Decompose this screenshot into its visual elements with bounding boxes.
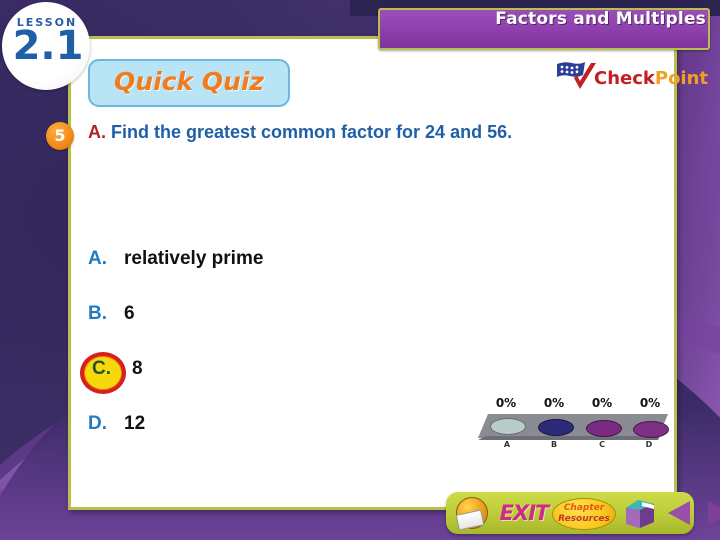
- previous-button[interactable]: [664, 496, 698, 530]
- quick-quiz-label: Quick Quiz: [114, 67, 264, 96]
- chart-label-b: B: [550, 440, 558, 449]
- question-line: A. Find the greatest common factor for 2…: [88, 122, 512, 143]
- lesson-badge: LESSON 2.1: [2, 2, 90, 90]
- chapter-resources-button[interactable]: Chapter Resources: [552, 498, 616, 530]
- checkpoint-point-word: Point: [654, 68, 709, 89]
- question-text: Find the greatest common factor for 24 a…: [111, 122, 513, 142]
- slide-canvas: Factors and Multiples LESSON 2.1 Quick Q…: [0, 0, 720, 540]
- answer-choice-b-text: 6: [124, 303, 135, 324]
- lesson-badge-number: 2.1: [12, 23, 84, 69]
- chapter-resources-label-line1: Chapter: [563, 503, 605, 513]
- chart-bar-b: [538, 419, 574, 436]
- response-chart: 0% 0% 0% 0% A B C D: [478, 396, 674, 456]
- checkpoint-check-word: Check: [594, 68, 655, 89]
- answer-choice-a-letter: A.: [88, 248, 107, 269]
- question-number-badge: 5: [46, 122, 74, 150]
- chapter-resources-label-line2: Resources: [558, 514, 610, 524]
- chart-bar-c: [586, 420, 622, 437]
- exit-button[interactable]: EXIT: [498, 496, 550, 530]
- answer-choice-b-letter: B.: [88, 303, 107, 324]
- chart-label-d: D: [645, 440, 653, 449]
- question-tag: A.: [88, 122, 106, 142]
- chart-bar-d: [633, 421, 669, 438]
- chart-value-b: 0%: [543, 396, 565, 410]
- answer-choice-a-text: relatively prime: [124, 248, 264, 269]
- question-number: 5: [54, 126, 66, 145]
- chapter-title: Factors and Multiples: [495, 9, 706, 29]
- answer-choice-c-text: 8: [132, 358, 143, 379]
- arrow-left-icon: [668, 501, 690, 525]
- answer-choice-c-letter: C.: [92, 358, 111, 379]
- chart-value-c: 0%: [591, 396, 613, 410]
- arrow-right-icon: [708, 501, 720, 525]
- checkpoint-logo: CheckPoint: [556, 60, 708, 98]
- answer-choice-d-letter: D.: [88, 413, 107, 434]
- book-glyph: [626, 500, 654, 528]
- globe-book-icon[interactable]: [454, 496, 490, 531]
- chart-bar-a: [490, 418, 526, 435]
- checkpoint-wordmark: CheckPoint: [594, 68, 708, 89]
- chart-label-a: A: [503, 440, 511, 449]
- chart-value-a: 0%: [495, 396, 517, 410]
- quick-quiz-banner: Quick Quiz: [88, 59, 290, 107]
- bottom-navigation-bar: EXIT Chapter Resources: [446, 492, 720, 534]
- chart-value-d: 0%: [639, 396, 661, 410]
- answer-choice-d-text: 12: [124, 413, 146, 434]
- next-button[interactable]: [702, 496, 720, 530]
- chart-label-c: C: [599, 440, 605, 449]
- book-icon[interactable]: [620, 496, 660, 530]
